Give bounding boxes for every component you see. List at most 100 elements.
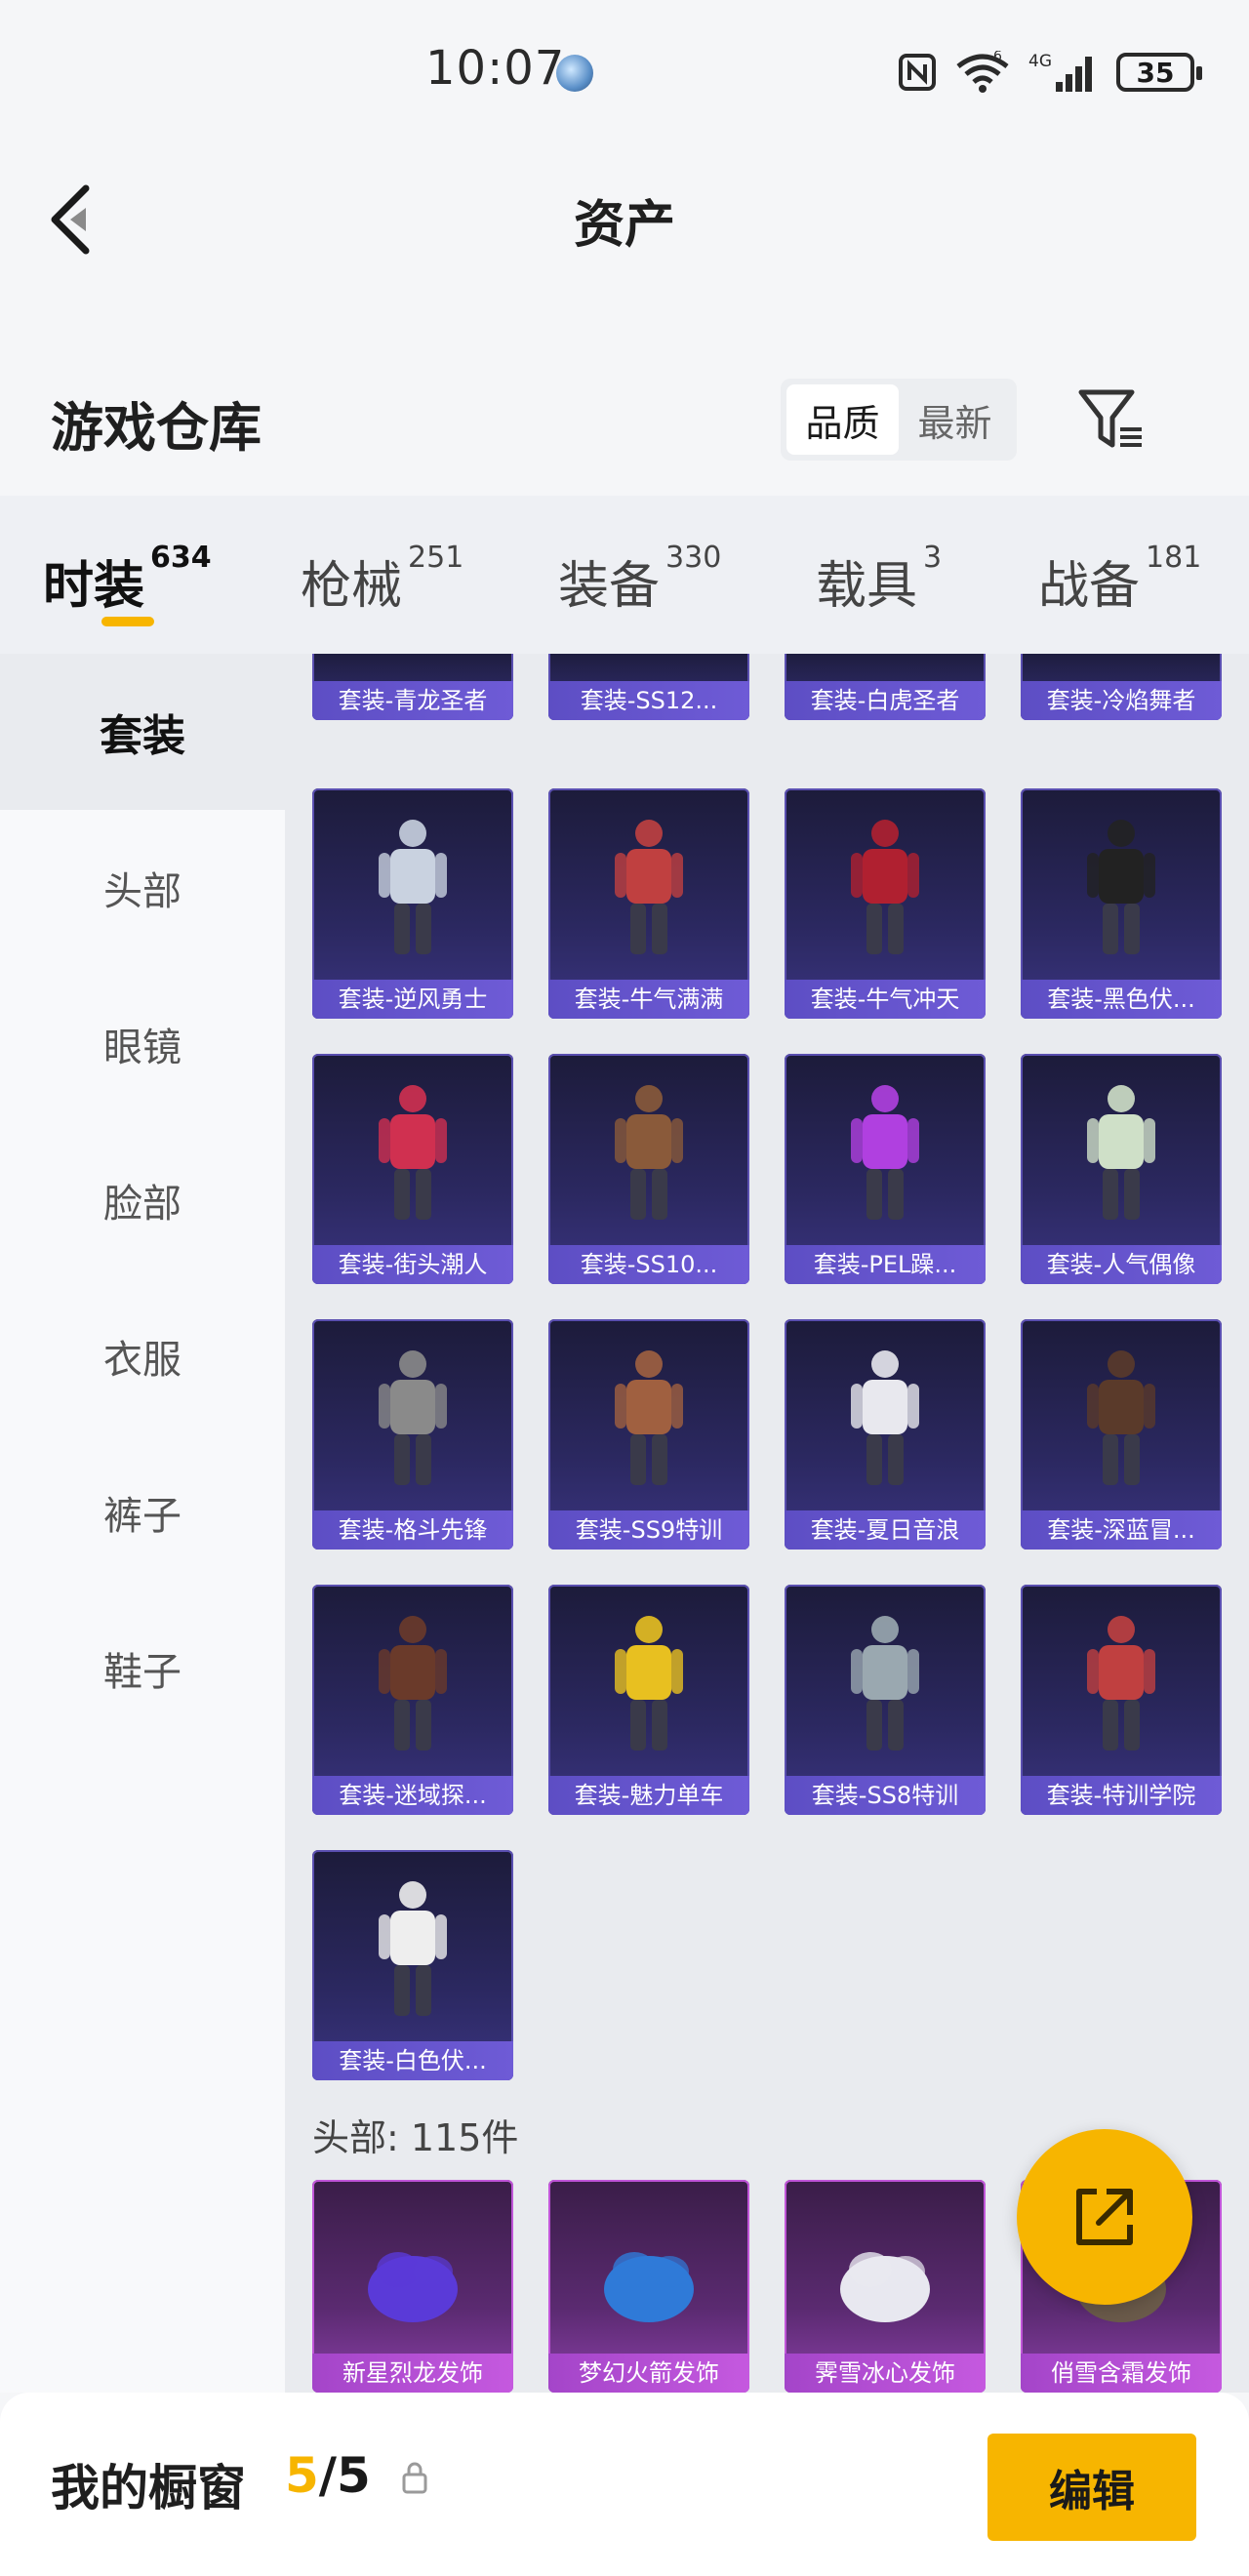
item-label: 套装-牛气冲天 <box>785 980 986 1019</box>
tab-count: 181 <box>1146 541 1202 575</box>
item-label: 套装-PEL躁... <box>785 1245 986 1284</box>
outfit-card[interactable]: 套装-SS9特训 <box>548 1319 749 1550</box>
outfit-card[interactable]: 套装-特训学院 <box>1021 1585 1222 1815</box>
item-card[interactable]: 套装-青龙圣者 <box>312 654 513 720</box>
outfit-card[interactable]: 套装-深蓝冒... <box>1021 1319 1222 1550</box>
item-label: 套装-逆风勇士 <box>312 980 513 1019</box>
tab-firearms[interactable]: 枪械 251 <box>301 541 464 618</box>
item-card[interactable]: 套装-白虎圣者 <box>785 654 986 720</box>
outfit-card[interactable]: 套装-牛气满满 <box>548 788 749 1019</box>
sidebar-item-shoes[interactable]: 鞋子 <box>0 1590 285 1747</box>
outfit-thumbnail <box>615 820 683 954</box>
item-label: 俏雪含霜发饰 <box>1021 2354 1222 2393</box>
nfc-icon <box>899 54 936 91</box>
outfit-card[interactable]: 套装-牛气冲天 <box>785 788 986 1019</box>
outfit-thumbnail <box>379 1085 447 1220</box>
outfit-card[interactable]: 套装-夏日音浪 <box>785 1319 986 1550</box>
category-tabs: 时装 634 枪械 251 装备 330 载具 3 战备 181 <box>0 496 1249 654</box>
tab-vehicles[interactable]: 载具 3 <box>816 541 943 618</box>
edit-button[interactable]: 编辑 <box>987 2434 1196 2541</box>
tab-label: 枪械 <box>301 557 403 616</box>
item-label: 套装-迷域探... <box>312 1776 513 1815</box>
item-label: 套装-冷焰舞者 <box>1021 681 1222 720</box>
outfit-thumbnail <box>1087 1350 1155 1485</box>
item-label: 套装-黑色伏... <box>1021 980 1222 1019</box>
cell-signal-icon: 4G <box>1028 52 1092 92</box>
item-card[interactable]: 套装-SS12... <box>548 654 749 720</box>
tab-count: 251 <box>408 541 464 575</box>
wifi-badge: 6 <box>993 51 1002 64</box>
outfit-thumbnail <box>851 820 919 954</box>
outfit-thumbnail <box>379 1350 447 1485</box>
category-sidebar: 套装 头部 眼镜 脸部 衣服 裤子 鞋子 <box>0 654 285 2393</box>
item-label: 套装-街头潮人 <box>312 1245 513 1284</box>
outfit-thumbnail <box>1087 1616 1155 1751</box>
outfit-card[interactable]: 套装-SS10... <box>548 1054 749 1284</box>
share-button[interactable] <box>1017 2129 1192 2305</box>
sidebar-item-face[interactable]: 脸部 <box>0 1122 285 1278</box>
outfit-card[interactable]: 套装-迷域探... <box>312 1585 513 1815</box>
tab-label: 装备 <box>558 557 661 616</box>
status-time: 10:07 <box>425 41 566 96</box>
outfit-card[interactable]: 套装-人气偶像 <box>1021 1054 1222 1284</box>
sidebar-item-outfit[interactable]: 套装 <box>0 654 285 810</box>
tab-count: 3 <box>923 541 943 575</box>
status-bar: 10:07 6 4G 35 <box>0 0 1249 137</box>
tab-equipment[interactable]: 装备 330 <box>558 541 722 618</box>
status-icons: 6 4G 35 <box>898 49 1202 96</box>
outfit-card[interactable]: 套装-格斗先锋 <box>312 1319 513 1550</box>
lock-icon <box>402 2462 427 2494</box>
filter-button[interactable] <box>1075 384 1146 455</box>
section-header: 游戏仓库 品质 最新 <box>0 361 1249 478</box>
item-label: 套装-深蓝冒... <box>1021 1510 1222 1550</box>
outfit-thumbnail <box>379 1881 447 2016</box>
showcase-current: 5 <box>285 2447 319 2504</box>
head-item-card[interactable]: 霁雪冰心发饰 <box>785 2180 986 2393</box>
outfit-thumbnail <box>379 820 447 954</box>
item-label: 套装-SS10... <box>548 1245 749 1284</box>
item-label: 套装-牛气满满 <box>548 980 749 1019</box>
outfit-card[interactable]: 套装-魅力单车 <box>548 1585 749 1815</box>
active-tab-indicator <box>101 617 154 626</box>
outfit-card[interactable]: 套装-逆风勇士 <box>312 788 513 1019</box>
outfit-thumbnail <box>851 1085 919 1220</box>
sort-quality-button[interactable]: 品质 <box>786 384 899 455</box>
head-item-card[interactable]: 梦幻火箭发饰 <box>548 2180 749 2393</box>
sidebar-item-clothes[interactable]: 衣服 <box>0 1278 285 1434</box>
head-section-label: 头部: 115件 <box>312 2116 519 2159</box>
item-card[interactable]: 套装-冷焰舞者 <box>1021 654 1222 720</box>
status-app-icon <box>556 55 593 92</box>
outfit-card[interactable]: 套装-黑色伏... <box>1021 788 1222 1019</box>
showcase-total: /5 <box>318 2447 371 2504</box>
outfit-card[interactable]: 套装-街头潮人 <box>312 1054 513 1284</box>
outfit-thumbnail <box>615 1085 683 1220</box>
tab-count: 330 <box>665 541 722 575</box>
item-label: 套装-白虎圣者 <box>785 681 986 720</box>
sort-newest-button[interactable]: 最新 <box>899 384 1011 455</box>
showcase-count: 5/5 <box>285 2447 371 2504</box>
outfit-card[interactable]: 套装-SS8特训 <box>785 1585 986 1815</box>
battery-level: 35 <box>1136 56 1175 89</box>
sidebar-item-pants[interactable]: 裤子 <box>0 1434 285 1590</box>
tab-supplies[interactable]: 战备 181 <box>1038 541 1202 618</box>
head-item-card[interactable]: 新星烈龙发饰 <box>312 2180 513 2393</box>
sidebar-item-glasses[interactable]: 眼镜 <box>0 966 285 1122</box>
item-label: 梦幻火箭发饰 <box>548 2354 749 2393</box>
item-label: 套装-人气偶像 <box>1021 1245 1222 1284</box>
filter-icon <box>1078 389 1142 448</box>
tab-label: 战备 <box>1038 557 1141 616</box>
item-label: 套装-格斗先锋 <box>312 1510 513 1550</box>
item-label: 套装-白色伏... <box>312 2041 513 2080</box>
item-label: 套装-夏日音浪 <box>785 1510 986 1550</box>
outfit-card[interactable]: 套装-PEL躁... <box>785 1054 986 1284</box>
sidebar-item-head[interactable]: 头部 <box>0 810 285 966</box>
section-title: 游戏仓库 <box>51 397 262 459</box>
outfit-card[interactable]: 套装-白色伏... <box>312 1850 513 2080</box>
outfit-thumbnail <box>615 1350 683 1485</box>
battery-indicator: 35 <box>1116 53 1202 92</box>
network-type: 4G <box>1028 52 1052 71</box>
showcase-bar: 我的橱窗 5/5 编辑 <box>0 2393 1249 2576</box>
outfit-thumbnail <box>851 1616 919 1751</box>
tab-fashion[interactable]: 时装 634 <box>43 541 212 618</box>
share-icon <box>1076 2189 1133 2245</box>
